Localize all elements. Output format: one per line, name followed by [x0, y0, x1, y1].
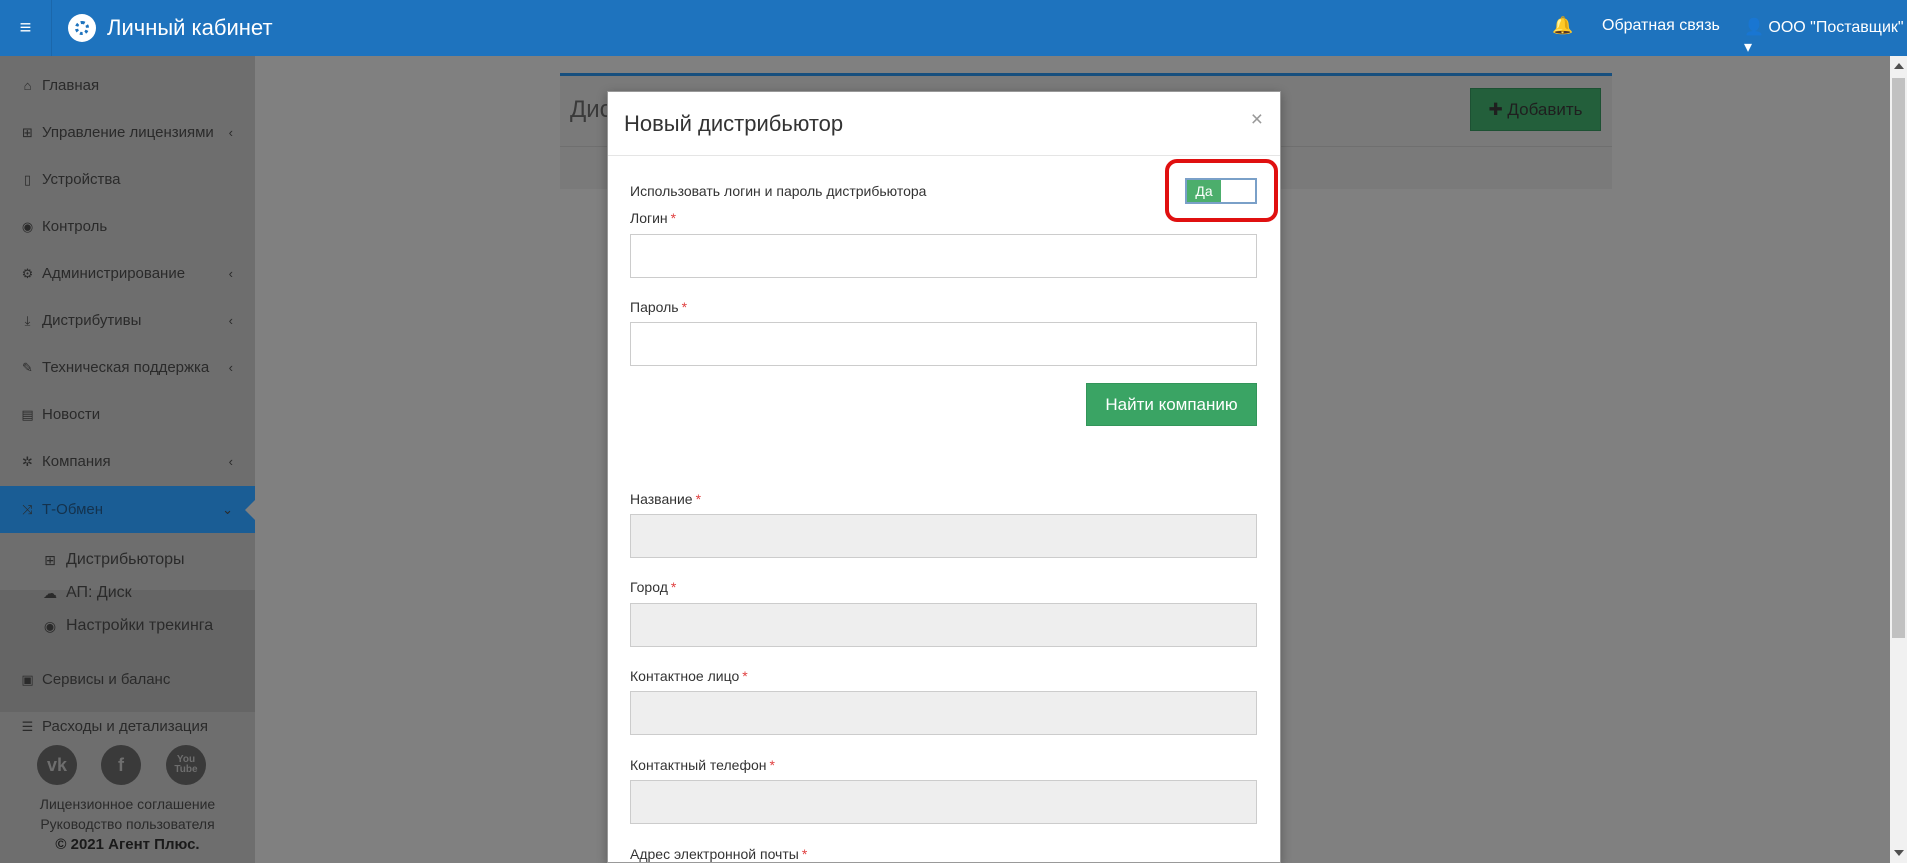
- sidebar-item-label: Контроль: [42, 218, 108, 235]
- newspaper-icon: ▤: [21, 406, 34, 422]
- sidebar-item-distributions[interactable]: ⤓ Дистрибутивы ‹: [0, 297, 255, 344]
- sidebar-item-control[interactable]: ◉ Контроль: [0, 203, 255, 250]
- globe-icon: ◉: [21, 218, 34, 234]
- submenu-item-label: Дистрибьюторы: [66, 551, 185, 568]
- scroll-up-icon[interactable]: [1894, 63, 1904, 69]
- download-icon: ⤓: [24, 312, 31, 328]
- sidebar-item-label: Дистрибутивы: [42, 312, 142, 329]
- sidebar-item-label: Главная: [42, 77, 100, 94]
- user-icon: 👤: [1744, 19, 1764, 36]
- chevron-left-icon: ‹: [228, 454, 233, 469]
- sidebar-item-licenses[interactable]: ⊞ Управление лицензиями ‹: [0, 109, 255, 156]
- sitemap-icon: ⊞: [22, 124, 33, 140]
- user-guide-link[interactable]: Руководство пользователя: [0, 816, 255, 832]
- close-icon[interactable]: ×: [1251, 109, 1263, 130]
- city-field: [630, 603, 1257, 647]
- sidebar-item-expenses[interactable]: ☰ Расходы и детализация: [0, 703, 255, 750]
- sidebar-item-label: Устройства: [42, 171, 121, 188]
- license-agreement-link[interactable]: Лицензионное соглашение: [0, 796, 255, 812]
- submenu-item-label: Настройки трекинга: [66, 617, 214, 634]
- list-icon: ☰: [21, 718, 34, 734]
- facebook-icon[interactable]: f: [101, 745, 141, 785]
- menu-toggle-icon[interactable]: ≡: [0, 0, 52, 56]
- sidebar-item-t-exchange[interactable]: ⤨ Т-Обмен ⌄: [0, 486, 256, 533]
- sidebar-item-news[interactable]: ▤ Новости: [0, 391, 255, 438]
- page-scrollbar[interactable]: [1890, 56, 1907, 863]
- modal-header: Новый дистрибьютор ×: [608, 92, 1280, 156]
- wrench-icon: ✎: [22, 359, 33, 375]
- top-bar: ≡ Личный кабинет 🔔 Обратная связь 👤 ООО …: [0, 0, 1907, 56]
- scroll-down-icon[interactable]: [1894, 850, 1904, 856]
- email-label: Адрес электронной почты *: [630, 846, 808, 862]
- name-field: [630, 514, 1257, 558]
- password-field[interactable]: [630, 322, 1257, 366]
- chevron-left-icon: ‹: [228, 266, 233, 281]
- contact-phone-field: [630, 780, 1257, 824]
- sidebar-item-home[interactable]: ⌂ Главная: [0, 62, 255, 109]
- sidebar-item-label: Новости: [42, 406, 101, 423]
- scrollbar-thumb[interactable]: [1892, 78, 1905, 638]
- use-credentials-label: Использовать логин и пароль дистрибьютор…: [630, 183, 927, 199]
- sidebar: ⌂ Главная ⊞ Управление лицензиями ‹ ▯ Ус…: [0, 56, 256, 863]
- find-company-button[interactable]: Найти компанию: [1086, 383, 1257, 426]
- user-name: ООО "Поставщик" ▾: [1744, 19, 1904, 56]
- add-distributor-button[interactable]: ✚ Добавить: [1470, 88, 1601, 131]
- sidebar-item-label: Управление лицензиями: [42, 124, 214, 141]
- name-label: Название *: [630, 491, 702, 507]
- globe-icon: ◉: [43, 617, 57, 634]
- sidebar-item-devices[interactable]: ▯ Устройства: [0, 156, 255, 203]
- sidebar-item-support[interactable]: ✎ Техническая поддержка ‹: [0, 344, 255, 391]
- toggle-on-label: Да: [1187, 180, 1221, 202]
- cloud-icon: ☁: [43, 584, 57, 601]
- sidebar-item-label: Компания: [42, 453, 111, 470]
- mobile-icon: ▯: [23, 171, 32, 187]
- vk-icon[interactable]: vk: [37, 745, 77, 785]
- login-field[interactable]: [630, 234, 1257, 278]
- login-label: Логин *: [630, 210, 677, 226]
- contact-phone-label: Контактный телефон *: [630, 757, 775, 773]
- gears-icon: ⚙: [21, 265, 34, 281]
- contact-person-field: [630, 691, 1257, 735]
- money-icon: ▣: [21, 671, 34, 687]
- bell-icon[interactable]: 🔔: [1552, 16, 1573, 36]
- sidebar-item-label: Расходы и детализация: [42, 718, 209, 735]
- youtube-icon[interactable]: You Tube: [166, 745, 206, 785]
- chevron-left-icon: ‹: [228, 313, 233, 328]
- contact-person-label: Контактное лицо *: [630, 668, 748, 684]
- submenu-item-distributors[interactable]: ⊞ Дистрибьюторы: [42, 551, 185, 569]
- password-label: Пароль *: [630, 299, 688, 315]
- gear-icon: ✲: [22, 453, 33, 469]
- shuffle-icon: ⤨: [22, 501, 33, 517]
- sidebar-item-label: Администрирование: [42, 265, 186, 282]
- panel-title: Дис: [570, 96, 612, 123]
- use-credentials-toggle[interactable]: Да: [1185, 178, 1257, 204]
- home-icon: ⌂: [23, 78, 32, 93]
- sidebar-item-company[interactable]: ✲ Компания ‹: [0, 438, 255, 485]
- submenu-item-tracking-settings[interactable]: ◉ Настройки трекинга: [42, 617, 213, 635]
- copyright: © 2021 Агент Плюс.: [55, 836, 200, 853]
- sidebar-item-label: Сервисы и баланс: [42, 671, 171, 688]
- new-distributor-modal: Новый дистрибьютор × Использовать логин …: [607, 91, 1281, 863]
- city-label: Город *: [630, 579, 677, 595]
- sidebar-item-label: Т-Обмен: [42, 501, 104, 518]
- feedback-link[interactable]: Обратная связь: [1602, 17, 1720, 35]
- chevron-down-icon: ⌄: [222, 501, 233, 517]
- submenu-item-label: АП: Диск: [66, 584, 132, 601]
- sidebar-item-administration[interactable]: ⚙ Администрирование ‹: [0, 250, 255, 297]
- modal-title: Новый дистрибьютор: [624, 111, 844, 136]
- sidebar-item-label: Техническая поддержка: [42, 359, 210, 376]
- user-menu[interactable]: 👤 ООО "Поставщик" ▾: [1744, 17, 1907, 57]
- app-logo: [68, 14, 96, 42]
- chevron-left-icon: ‹: [228, 125, 233, 140]
- sitemap-icon: ⊞: [44, 551, 56, 568]
- chevron-left-icon: ‹: [228, 360, 233, 375]
- app-title: Личный кабинет: [107, 15, 273, 40]
- submenu-item-disk[interactable]: ☁ АП: Диск: [42, 584, 132, 602]
- sidebar-item-services[interactable]: ▣ Сервисы и баланс: [0, 656, 255, 703]
